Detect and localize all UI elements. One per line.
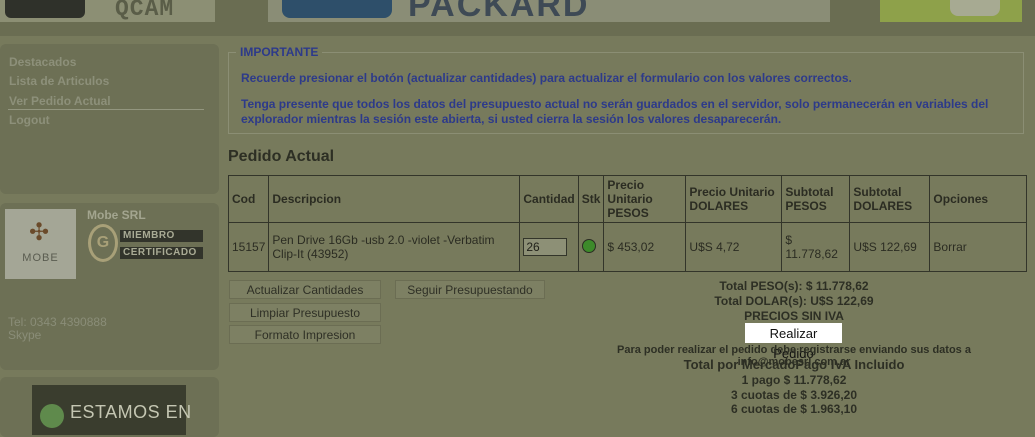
whatsapp-icon bbox=[40, 404, 64, 428]
quantity-input[interactable] bbox=[523, 238, 568, 256]
camera-ad-text: QCAM 6000 bbox=[115, 0, 175, 22]
col-header-subtotal-dolares: Subtotal DOLARES bbox=[849, 175, 931, 223]
total-dolares: Total DOLAR(s): U$S 122,69 bbox=[714, 294, 874, 308]
cell-opciones: Borrar bbox=[929, 222, 1027, 272]
sidebar-item-ver-pedido[interactable]: Ver Pedido Actual bbox=[9, 94, 111, 108]
col-header-descripcion: Descripcion bbox=[268, 175, 521, 223]
product-image bbox=[950, 0, 1000, 16]
table-row: 15157 Pen Drive 16Gb -usb 2.0 -violet -V… bbox=[227, 222, 1027, 272]
whatsapp-text: ESTAMOS EN bbox=[70, 402, 192, 422]
cert-label-certificado: CERTIFICADO bbox=[120, 247, 203, 259]
cell-stk bbox=[577, 222, 605, 272]
hp-ad-banner[interactable]: PACKARD bbox=[268, 0, 830, 22]
col-header-cantidad: Cantidad bbox=[519, 175, 579, 223]
delete-link[interactable]: Borrar bbox=[933, 240, 966, 254]
cell-subtotal-pesos: $ 11.778,62 bbox=[781, 222, 851, 272]
submit-order-button[interactable]: Realizar Pedido bbox=[745, 323, 842, 361]
col-header-cod: Cod bbox=[227, 175, 270, 223]
mercadopago-3-cuotas: 3 cuotas de $ 3.926,20 bbox=[730, 388, 858, 402]
company-skype: Skype bbox=[8, 328, 42, 342]
notice-line-2a: Tenga presente que todos los datos del p… bbox=[241, 97, 989, 111]
mercadopago-title: Total por MercadoPago IVA Incluido bbox=[683, 357, 905, 372]
notice-line-2b: explorador mientras la sesión este abier… bbox=[241, 112, 782, 126]
camera-image bbox=[5, 0, 85, 18]
cell-cantidad bbox=[519, 222, 579, 272]
table-header-row: Cod Descripcion Cantidad Stk Precio Unit… bbox=[227, 175, 1027, 223]
sidebar-item-destacados[interactable]: Destacados bbox=[9, 55, 76, 69]
camera-ad-banner[interactable]: QCAM 6000 bbox=[0, 0, 215, 22]
page-title: Pedido Actual bbox=[228, 148, 335, 165]
cell-precio-unitario-pesos: $ 453,02 bbox=[603, 222, 687, 272]
sidebar-nav: Destacados Lista de Articulos Ver Pedido… bbox=[0, 44, 219, 194]
cell-subtotal-dolares: U$S 122,69 bbox=[849, 222, 931, 272]
mercadopago-6-cuotas: 6 cuotas de $ 1.963,10 bbox=[730, 402, 858, 416]
cell-cod: 15157 bbox=[227, 222, 270, 272]
mobe-logo-text: MOBE bbox=[22, 252, 59, 264]
prices-without-iva: PRECIOS SIN IVA bbox=[744, 309, 844, 323]
total-pesos: Total PESO(s): $ 11.778,62 bbox=[719, 279, 869, 293]
col-header-precio-unitario-dolares: Precio Unitario DOLARES bbox=[685, 175, 783, 223]
col-header-stk: Stk bbox=[577, 175, 605, 223]
col-header-opciones: Opciones bbox=[929, 175, 1027, 223]
green-ad-banner[interactable] bbox=[880, 0, 1022, 22]
hp-ad-text: PACKARD bbox=[408, 0, 590, 22]
company-title: Mobe SRL bbox=[87, 208, 146, 222]
company-phone: Tel: 0343 4390888 bbox=[8, 315, 107, 329]
cell-descripcion: Pen Drive 16Gb -usb 2.0 -violet -Verbati… bbox=[268, 222, 521, 272]
sidebar-item-lista-articulos[interactable]: Lista de Articulos bbox=[9, 74, 109, 88]
update-quantities-button[interactable]: Actualizar Cantidades bbox=[229, 280, 381, 299]
sidebar-item-logout[interactable]: Logout bbox=[9, 113, 50, 127]
notice-line-1: Recuerde presionar el botón (actualizar … bbox=[241, 71, 852, 85]
col-header-precio-unitario-pesos: Precio Unitario PESOS bbox=[603, 175, 687, 223]
clear-budget-button[interactable]: Limpiar Presupuesto bbox=[229, 303, 381, 322]
mobe-logo-icon: ✣ bbox=[28, 219, 50, 246]
col-header-subtotal-pesos: Subtotal PESOS bbox=[781, 175, 851, 223]
nav-divider bbox=[8, 109, 204, 110]
continue-budgeting-button[interactable]: Seguir Presupuestando bbox=[395, 280, 545, 299]
cell-precio-unitario-dolares: U$S 4,72 bbox=[685, 222, 783, 272]
certified-badge-icon: G bbox=[88, 224, 118, 262]
print-format-button[interactable]: Formato Impresion bbox=[229, 325, 381, 344]
notice-legend: IMPORTANTE bbox=[236, 45, 323, 59]
cert-label-miembro: MIEMBRO bbox=[120, 230, 203, 242]
mercadopago-1-pago: 1 pago $ 11.778,62 bbox=[741, 373, 847, 387]
order-table: Cod Descripcion Cantidad Stk Precio Unit… bbox=[227, 175, 1027, 272]
hp-logo-icon bbox=[282, 0, 392, 18]
stock-status-icon bbox=[581, 238, 596, 253]
